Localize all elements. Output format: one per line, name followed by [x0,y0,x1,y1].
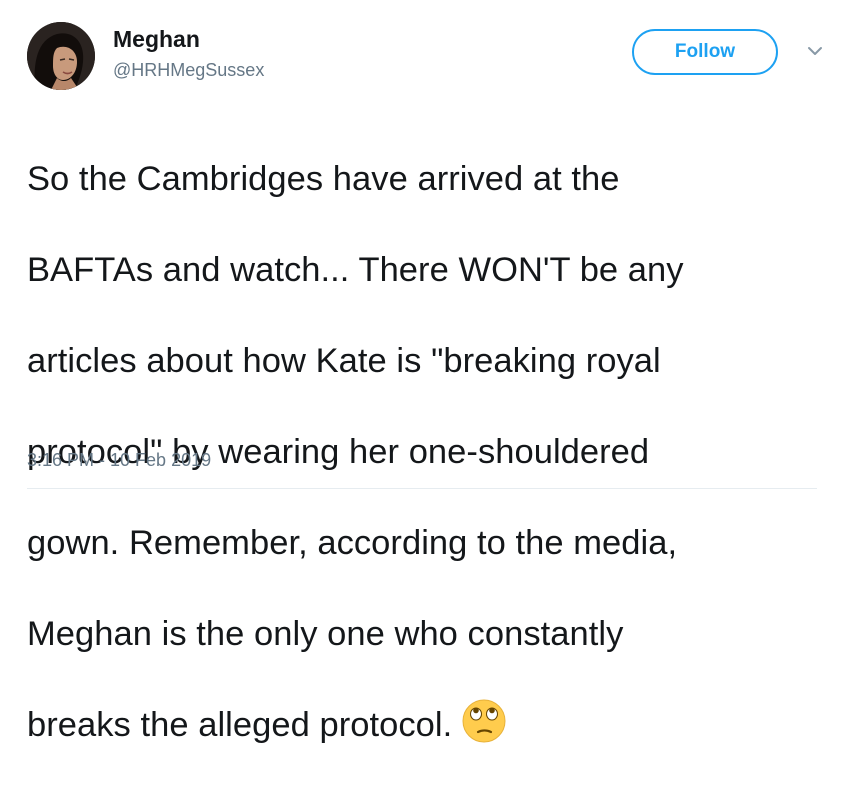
avatar[interactable] [27,22,95,90]
tweet-text-line: So the Cambridges have arrived at the [27,159,620,198]
chevron-down-icon[interactable] [806,44,824,58]
tweet-text-line: gown. Remember, according to the media, [27,523,678,562]
eye-roll-emoji-icon [462,699,506,743]
follow-button[interactable]: Follow [632,29,778,75]
tweet-text-line-last: breaks the alleged protocol. [27,699,817,749]
avatar-image [27,22,95,90]
tweet-text-line: breaks the alleged protocol. [27,705,453,744]
display-name[interactable]: Meghan [113,26,200,53]
divider [27,488,817,489]
user-handle[interactable]: @HRHMegSussex [113,60,264,81]
tweet-text-line: articles about how Kate is "breaking roy… [27,341,661,380]
tweet-text-line: BAFTAs and watch... There WON'T be any [27,250,684,289]
tweet-timestamp[interactable]: 3:16 PM - 10 Feb 2019 [27,450,211,471]
tweet-card: Meghan @HRHMegSussex Follow So the Cambr… [0,0,850,744]
tweet-text-line: Meghan is the only one who constantly [27,614,624,653]
